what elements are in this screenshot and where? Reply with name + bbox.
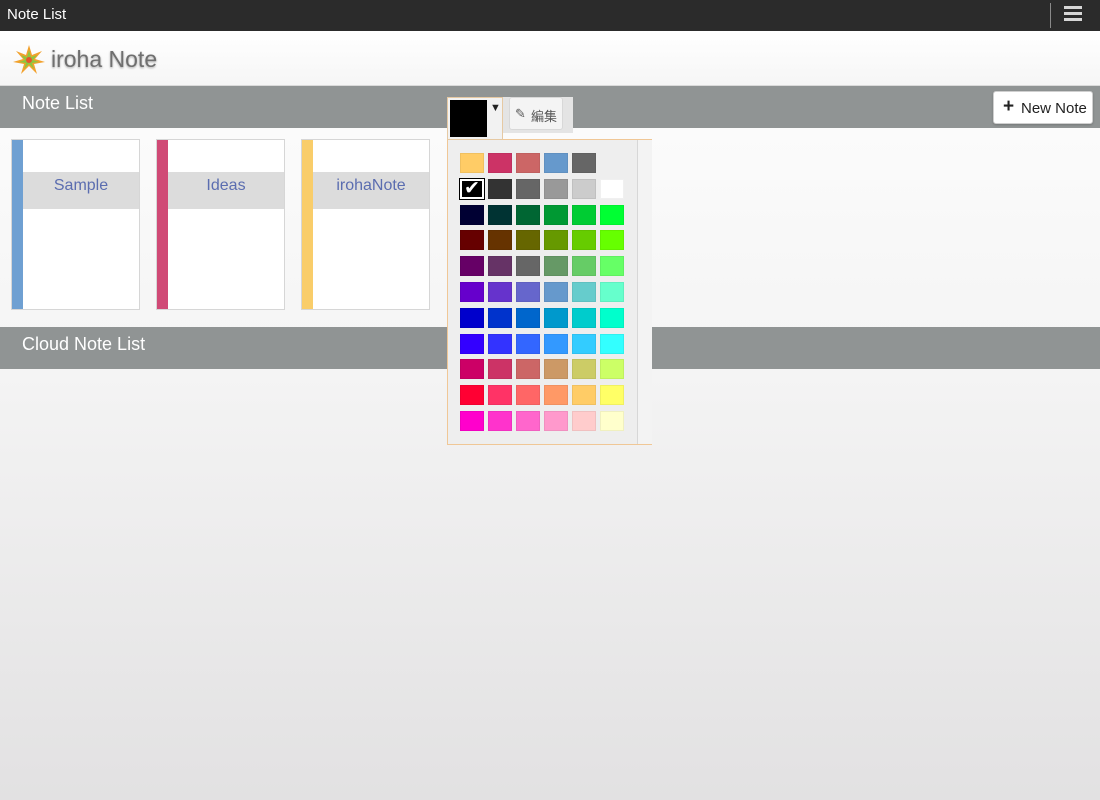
color-swatch[interactable] [572, 178, 596, 199]
color-swatch[interactable] [600, 204, 624, 225]
color-swatch[interactable] [460, 359, 484, 380]
color-swatch[interactable] [460, 282, 484, 302]
color-swatch[interactable] [488, 256, 512, 277]
color-swatch[interactable] [460, 256, 484, 277]
brand-bar: iroha Note [0, 31, 1100, 86]
maple-leaf-icon [13, 45, 45, 74]
color-swatch[interactable] [544, 385, 568, 406]
color-swatch[interactable] [544, 307, 568, 328]
color-swatch[interactable] [460, 153, 484, 173]
color-swatch[interactable] [544, 359, 568, 380]
note-color-stripe [157, 140, 168, 309]
color-swatch[interactable] [600, 230, 624, 251]
note-list-title: Note List [22, 93, 94, 113]
color-swatch[interactable] [488, 204, 512, 225]
color-swatch[interactable] [488, 307, 512, 328]
color-swatch[interactable] [516, 359, 540, 380]
color-swatch[interactable] [488, 153, 512, 173]
color-swatch[interactable] [572, 333, 596, 354]
note-title: Ideas [168, 172, 284, 209]
color-swatch[interactable] [572, 256, 596, 277]
color-swatch[interactable] [600, 307, 624, 328]
color-swatch[interactable]: ✔ [459, 177, 485, 200]
color-swatch[interactable] [572, 385, 596, 406]
color-swatch[interactable] [544, 256, 568, 277]
note-card[interactable]: Sample [11, 139, 140, 310]
color-swatch[interactable] [544, 411, 568, 431]
color-swatch[interactable] [600, 411, 624, 431]
color-swatch[interactable] [544, 282, 568, 302]
color-swatch[interactable] [516, 307, 540, 328]
color-picker-trigger[interactable]: ▼ [447, 97, 503, 140]
color-swatch[interactable] [460, 307, 484, 328]
edit-label: 編集 [531, 109, 558, 124]
color-swatch[interactable] [488, 178, 512, 199]
note-title: Sample [23, 172, 139, 209]
color-swatch[interactable] [488, 359, 512, 380]
note-title: irohaNote [313, 172, 429, 209]
color-swatch[interactable] [572, 153, 596, 173]
color-swatch[interactable] [600, 178, 624, 199]
note-card[interactable]: Ideas [156, 139, 285, 310]
cloud-note-list-title: Cloud Note List [22, 334, 146, 354]
color-swatch[interactable] [516, 256, 540, 277]
color-swatch[interactable] [600, 282, 624, 302]
plus-icon: + [1003, 96, 1015, 117]
color-swatch[interactable] [516, 385, 540, 406]
color-swatch[interactable] [600, 385, 624, 406]
app-title: Note List [7, 6, 67, 23]
color-palette-popup: ✔ [447, 139, 652, 445]
note-color-stripe [302, 140, 313, 309]
top-bar: Note List [0, 0, 1100, 31]
color-swatch[interactable] [488, 230, 512, 251]
color-swatch[interactable] [572, 359, 596, 380]
color-swatch[interactable] [544, 178, 568, 199]
color-swatch[interactable] [600, 333, 624, 354]
color-swatch[interactable] [572, 204, 596, 225]
color-swatch[interactable] [572, 411, 596, 431]
color-swatch[interactable] [516, 204, 540, 225]
color-swatch[interactable] [488, 282, 512, 302]
color-swatch[interactable] [600, 359, 624, 380]
color-swatch[interactable] [544, 204, 568, 225]
color-swatch[interactable] [488, 385, 512, 406]
color-swatch[interactable] [572, 230, 596, 251]
color-swatch[interactable] [516, 411, 540, 431]
color-swatch[interactable] [516, 282, 540, 302]
color-swatch[interactable] [488, 411, 512, 431]
color-swatch[interactable] [516, 333, 540, 354]
note-card[interactable]: irohaNote [301, 139, 430, 310]
color-swatch[interactable] [572, 307, 596, 328]
color-swatch[interactable] [544, 333, 568, 354]
triangle-down-icon: ▼ [490, 102, 501, 114]
brand-name: iroha Note [51, 46, 158, 72]
hamburger-menu-icon[interactable] [1064, 6, 1082, 22]
color-swatch[interactable] [460, 230, 484, 251]
color-swatch[interactable] [572, 282, 596, 302]
note-color-stripe [12, 140, 23, 309]
color-swatch[interactable] [460, 385, 484, 406]
topbar-divider [1050, 3, 1051, 28]
color-swatch[interactable] [516, 230, 540, 251]
color-swatch[interactable] [460, 204, 484, 225]
current-color-swatch [450, 100, 487, 137]
palette-scrollbar[interactable] [637, 140, 652, 444]
pencil-square-icon: ✎ [515, 106, 526, 121]
color-swatch[interactable] [544, 153, 568, 173]
color-swatch[interactable] [488, 333, 512, 354]
new-note-label: New Note [1021, 100, 1087, 117]
color-swatch[interactable] [516, 178, 540, 199]
color-swatch[interactable] [600, 256, 624, 277]
checkmark-icon: ✔ [464, 177, 480, 199]
color-swatch[interactable] [460, 333, 484, 354]
edit-button[interactable]: ✎ 編集 [509, 97, 563, 130]
new-note-button[interactable]: + New Note [993, 91, 1093, 124]
color-swatch[interactable] [516, 153, 540, 173]
color-swatch[interactable] [544, 230, 568, 251]
color-swatch[interactable] [460, 411, 484, 431]
